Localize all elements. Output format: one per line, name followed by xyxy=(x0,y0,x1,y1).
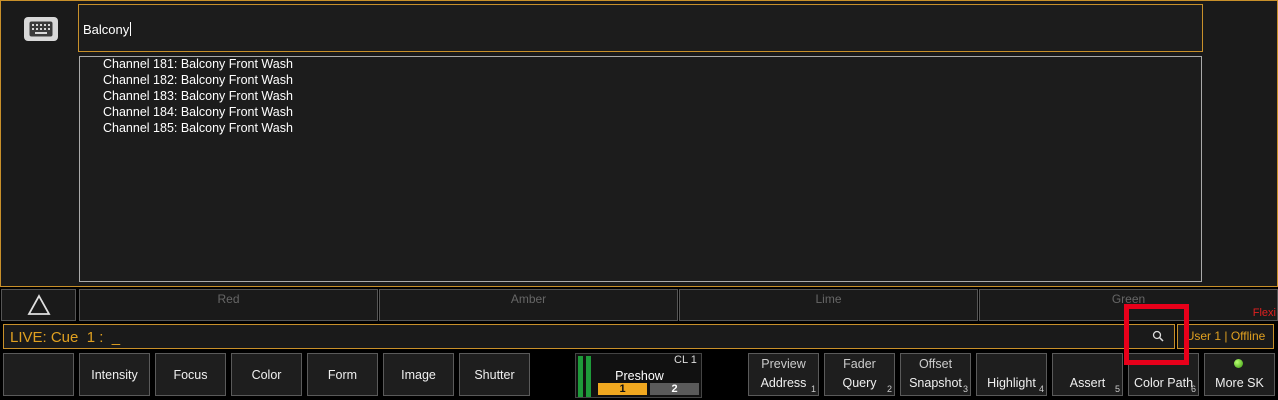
softkey-label: Query xyxy=(842,376,877,390)
softkey-image[interactable]: Image xyxy=(383,353,454,396)
highlight-rectangle xyxy=(1124,304,1189,365)
softkey-form[interactable]: Form xyxy=(307,353,378,396)
list-item[interactable]: Channel 182: Balcony Front Wash xyxy=(103,73,293,87)
softkey-label: Image xyxy=(401,368,436,382)
softkey-shutter[interactable]: Shutter xyxy=(459,353,530,396)
softkey-highlight[interactable]: Highlight 4 xyxy=(976,353,1047,396)
flexi-cell-lime[interactable]: Lime xyxy=(679,289,978,321)
cue-slot[interactable]: 2 xyxy=(650,383,699,395)
softkey-offset-snapshot[interactable]: Offset Snapshot 3 xyxy=(900,353,971,396)
flexi-label: Flexi xyxy=(1252,307,1276,319)
softkey-label: Highlight xyxy=(987,376,1036,390)
softkey-label: Intensity xyxy=(91,368,138,382)
softkey-label: Shutter xyxy=(474,368,515,382)
softkey-preview-address[interactable]: Preview Address 1 xyxy=(748,353,819,396)
list-item[interactable]: Channel 184: Balcony Front Wash xyxy=(103,105,293,119)
softkey-label-top: Preview xyxy=(761,357,806,371)
expand-button[interactable] xyxy=(1,289,76,321)
command-line-text: LIVE: Cue 1 : _ xyxy=(10,329,121,346)
softkey-label-top: Fader xyxy=(843,357,876,371)
softkey-label: Form xyxy=(327,368,358,382)
flexi-cell-amber[interactable]: Amber xyxy=(379,289,678,321)
softkey-number: 5 xyxy=(1114,384,1120,394)
softkey-intensity[interactable]: Intensity xyxy=(79,353,150,396)
softkey-focus[interactable]: Focus xyxy=(155,353,226,396)
softkey-label-top: Offset xyxy=(918,357,953,371)
keyboard-icon xyxy=(29,21,53,37)
keyboard-button[interactable] xyxy=(24,17,58,41)
softkey-label: Focus xyxy=(173,368,208,382)
cue-slot-active[interactable]: 1 xyxy=(598,383,647,395)
softkey-label: Color Path xyxy=(1133,376,1194,390)
cue-list-label: CL 1 xyxy=(674,354,697,366)
list-item[interactable]: Channel 185: Balcony Front Wash xyxy=(103,121,293,135)
softkey-label: Address xyxy=(760,376,807,390)
softkey-number: 1 xyxy=(810,384,816,394)
search-input-value: Balcony xyxy=(83,22,130,37)
softkey-label: Color xyxy=(251,368,282,382)
softkey-label: More SK xyxy=(1215,376,1264,390)
command-line[interactable]: LIVE: Cue 1 : _ xyxy=(3,324,1175,349)
search-results-list: Channel 181: Balcony Front Wash Channel … xyxy=(79,56,1202,282)
flexi-cell-red[interactable]: Red xyxy=(79,289,378,321)
cue-list-name: Preshow xyxy=(615,369,664,383)
softkey-label: Assert xyxy=(1069,376,1106,390)
cue-list-widget[interactable]: CL 1 Preshow 1 2 xyxy=(575,353,702,398)
softkey-label: Snapshot xyxy=(909,376,962,390)
softkey-assert[interactable]: Assert 5 xyxy=(1052,353,1123,396)
list-item[interactable]: Channel 181: Balcony Front Wash xyxy=(103,57,293,71)
softkey-number: 6 xyxy=(1190,384,1196,394)
user-status[interactable]: User 1 | Offline xyxy=(1177,324,1274,349)
softkey-number: 2 xyxy=(886,384,892,394)
softkey-fader-query[interactable]: Fader Query 2 xyxy=(824,353,895,396)
softkey-number: 4 xyxy=(1038,384,1044,394)
softkey-color[interactable]: Color xyxy=(231,353,302,396)
softkey-blank[interactable] xyxy=(3,353,74,396)
status-led-icon xyxy=(1234,359,1243,368)
list-item[interactable]: Channel 183: Balcony Front Wash xyxy=(103,89,293,103)
search-input[interactable]: Balcony xyxy=(78,4,1203,52)
triangle-icon xyxy=(27,294,51,315)
softkey-number: 3 xyxy=(962,384,968,394)
